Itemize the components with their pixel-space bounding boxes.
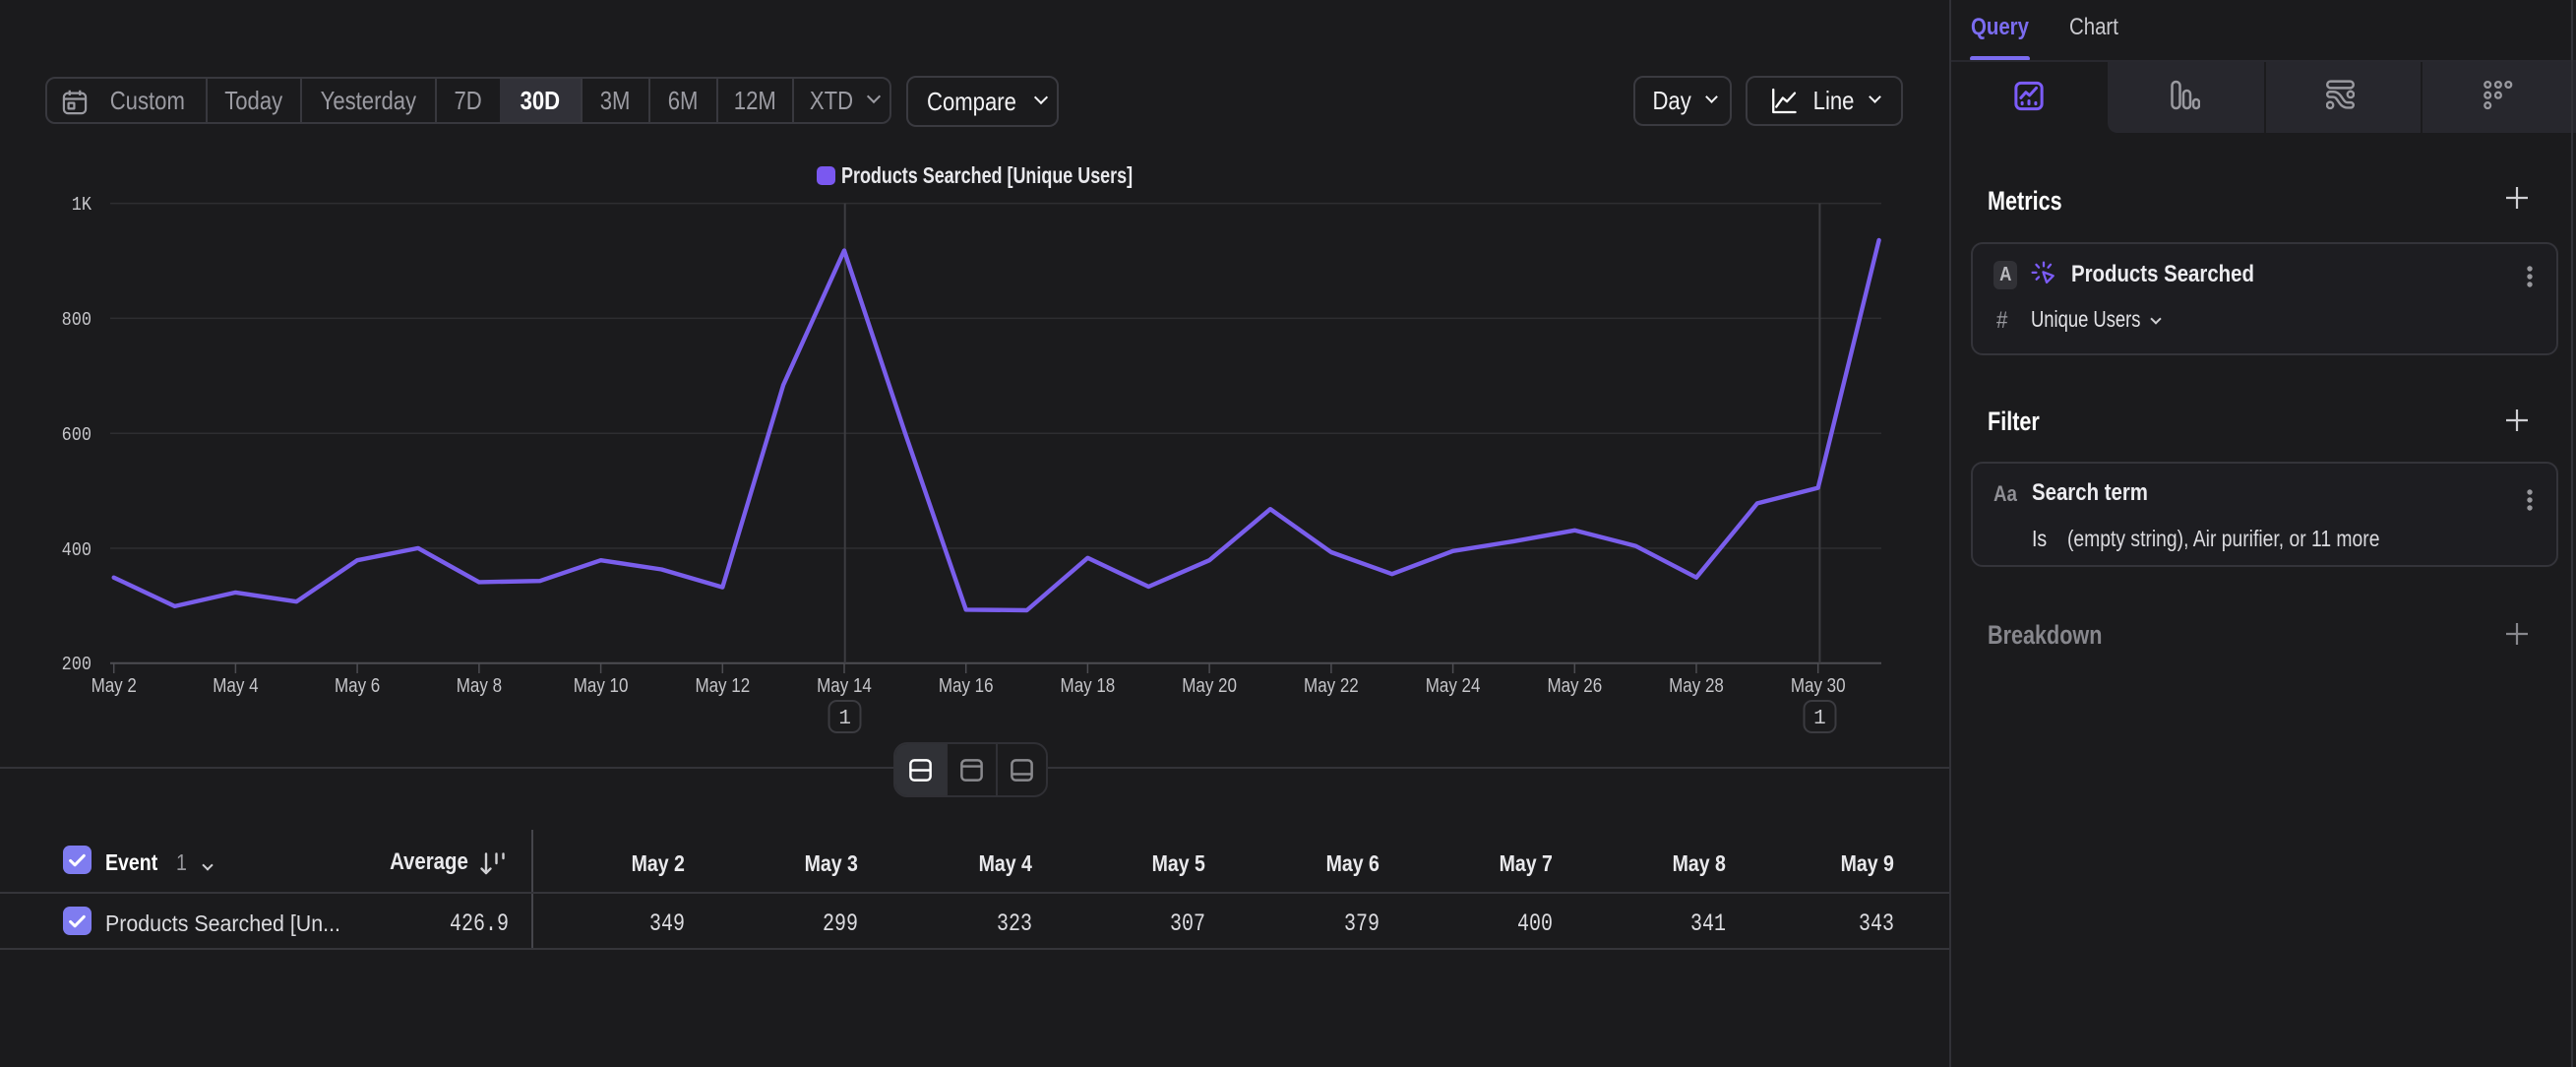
svg-text:May 16: May 16 — [939, 674, 994, 697]
svg-text:600: 600 — [62, 425, 92, 446]
svg-text:May 28: May 28 — [1669, 674, 1724, 697]
svg-text:May 24: May 24 — [1426, 674, 1481, 697]
svg-text:1K: 1K — [72, 195, 92, 216]
svg-text:May 22: May 22 — [1304, 674, 1359, 697]
svg-text:May 8: May 8 — [457, 674, 502, 697]
svg-text:May 4: May 4 — [213, 674, 258, 697]
svg-text:May 14: May 14 — [817, 674, 872, 697]
svg-text:May 26: May 26 — [1547, 674, 1602, 697]
svg-text:1: 1 — [1813, 708, 1826, 730]
svg-text:400: 400 — [62, 540, 92, 561]
svg-text:May 20: May 20 — [1182, 674, 1237, 697]
svg-text:May 6: May 6 — [335, 674, 380, 697]
svg-text:May 30: May 30 — [1791, 674, 1846, 697]
svg-text:May 10: May 10 — [574, 674, 629, 697]
svg-text:May 12: May 12 — [695, 674, 750, 697]
svg-text:May 18: May 18 — [1061, 674, 1116, 697]
svg-text:800: 800 — [62, 310, 92, 331]
svg-text:May 2: May 2 — [92, 674, 137, 697]
svg-text:1: 1 — [838, 708, 851, 730]
svg-text:200: 200 — [62, 655, 92, 675]
